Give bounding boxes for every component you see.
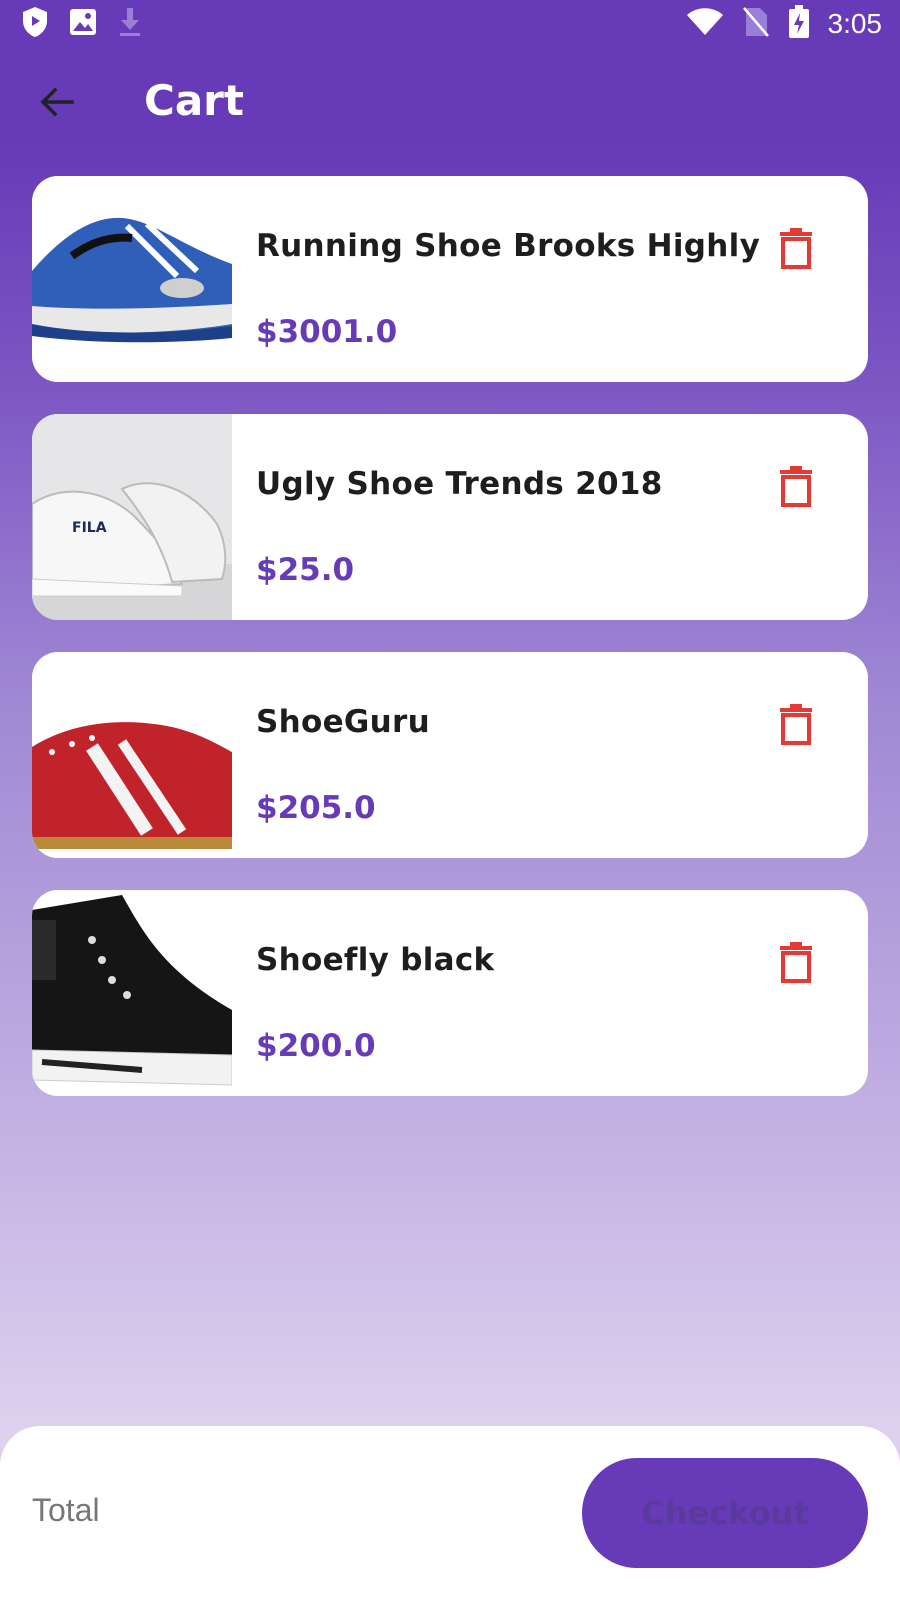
status-time: 3:05	[827, 8, 883, 39]
item-price: $3001.0	[256, 314, 398, 350]
status-bar: 3:05	[0, 0, 900, 48]
product-image	[32, 890, 232, 1096]
item-price: $25.0	[256, 552, 355, 588]
cart-item[interactable]: FILA Ugly Shoe Trends 2018 $25.0	[32, 414, 868, 620]
page-title: Cart	[144, 76, 244, 125]
item-name: Ugly Shoe Trends 2018	[256, 466, 663, 502]
product-image	[32, 652, 232, 858]
delete-button[interactable]	[776, 702, 816, 746]
delete-button[interactable]	[776, 940, 816, 984]
arrow-left-icon	[38, 86, 74, 122]
checkout-button[interactable]: Checkout	[582, 1458, 868, 1568]
trash-icon	[776, 942, 816, 988]
total-label: Total	[32, 1492, 100, 1528]
back-button[interactable]	[34, 82, 78, 126]
app-bar: Cart	[0, 60, 900, 148]
checkout-bar: Total Checkout	[0, 1426, 900, 1600]
cart-item[interactable]: Shoefly black $200.0	[32, 890, 868, 1096]
trash-icon	[776, 466, 816, 512]
status-left-icons	[20, 5, 144, 43]
image-icon	[68, 7, 98, 41]
product-image: FILA	[32, 414, 232, 620]
svg-text:FILA: FILA	[72, 520, 107, 536]
cart-list: Running Shoe Brooks Highly $3001.0 FILA …	[32, 176, 868, 1128]
download-icon	[116, 6, 144, 42]
wifi-icon	[686, 7, 724, 41]
trash-icon	[776, 704, 816, 750]
item-price: $205.0	[256, 790, 376, 826]
product-image	[32, 176, 232, 382]
delete-button[interactable]	[776, 464, 816, 508]
trash-icon	[776, 228, 816, 274]
cart-item[interactable]: Running Shoe Brooks Highly $3001.0	[32, 176, 868, 382]
item-price: $200.0	[256, 1028, 376, 1064]
delete-button[interactable]	[776, 226, 816, 270]
battery-charging-icon	[788, 5, 810, 43]
no-sim-icon	[742, 6, 770, 42]
cart-item[interactable]: ShoeGuru $205.0	[32, 652, 868, 858]
item-name: Running Shoe Brooks Highly	[256, 228, 761, 264]
item-name: Shoefly black	[256, 942, 495, 978]
item-name: ShoeGuru	[256, 704, 430, 740]
shield-icon	[20, 5, 50, 43]
status-right-icons: 3:05	[686, 5, 883, 43]
